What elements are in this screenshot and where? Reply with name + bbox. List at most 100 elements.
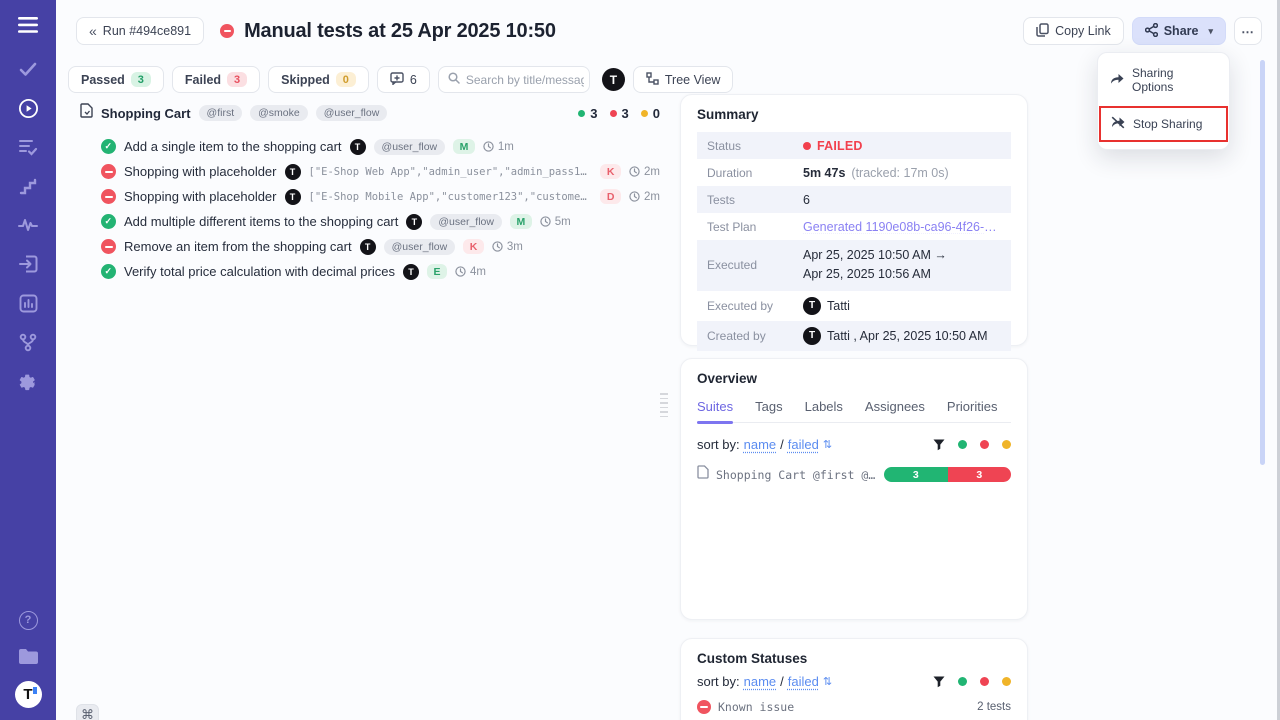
tab-labels[interactable]: Labels [805, 399, 843, 414]
tab-suites[interactable]: Suites [697, 399, 733, 414]
folder-icon[interactable] [17, 645, 39, 667]
tag-pill[interactable]: @user_flow [384, 239, 456, 255]
test-name: Shopping with placeholder [124, 189, 277, 204]
custom-statuses-title: Custom Statuses [697, 651, 1011, 666]
search-input[interactable] [466, 73, 584, 87]
menu-hamburger-icon[interactable] [17, 14, 39, 36]
overview-card: Overview Suites Tags Labels Assignees Pr… [680, 358, 1028, 620]
overview-suite-row[interactable]: Shopping Cart @first @smoke … 3 3 [697, 465, 1011, 484]
test-plan-link[interactable]: Generated 1190e08b-ca96-4f26-b10f-d6dc..… [803, 220, 1001, 234]
topbar-actions: Copy Link Share ▾ ⋯ [1023, 17, 1262, 45]
failed-count-badge: 3 [227, 72, 247, 87]
filter-failed-button[interactable]: Failed 3 [172, 66, 260, 93]
test-row[interactable]: Shopping with placeholder T ["E-Shop Web… [80, 159, 660, 184]
bar-failed-segment: 3 [948, 467, 1012, 482]
settings-gear-icon[interactable] [17, 370, 39, 392]
runs-play-icon[interactable] [17, 97, 39, 119]
summary-row-test-plan: Test Plan Generated 1190e08b-ca96-4f26-b… [697, 213, 1011, 240]
vertical-scrollbar-thumb[interactable] [1260, 60, 1265, 465]
sort-by-failed-link[interactable]: failed [788, 674, 819, 689]
tag-pill[interactable]: @user_flow [430, 214, 502, 230]
menu-item-stop-sharing[interactable]: Stop Sharing [1099, 106, 1228, 142]
tag-pill[interactable]: @user_flow [316, 105, 388, 121]
avatar: T [403, 264, 419, 280]
sort-by-name-link[interactable]: name [744, 674, 777, 689]
help-icon[interactable]: ? [17, 609, 39, 631]
tab-priorities[interactable]: Priorities [947, 399, 998, 414]
legend-failed-dot[interactable] [980, 677, 989, 686]
summary-row-executed: Executed Apr 25, 2025 10:50 AM → Apr 25,… [697, 240, 1011, 291]
legend-passed-dot[interactable] [958, 440, 967, 449]
filter-skipped-button[interactable]: Skipped 0 [268, 66, 369, 93]
topbar: « Run #494ce891 Manual tests at 25 Apr 2… [76, 17, 556, 45]
file-icon [697, 465, 709, 484]
legend-passed-dot[interactable] [958, 677, 967, 686]
overview-suite-name: Shopping Cart @first @smoke … [716, 468, 877, 482]
run-id-label: Run #494ce891 [103, 24, 191, 38]
reports-chart-icon[interactable] [17, 292, 39, 314]
legend-skipped-dot[interactable] [1002, 440, 1011, 449]
status-legend [933, 676, 1011, 688]
filter-bar: Passed 3 Failed 3 Skipped 0 6 T Tree Vie… [68, 66, 733, 93]
suite-file-icon [80, 103, 93, 123]
sharing-options-icon [1110, 73, 1124, 88]
filter-funnel-icon[interactable] [933, 439, 945, 451]
sort-by-failed-link[interactable]: failed [788, 437, 819, 452]
tag-pill[interactable]: @user_flow [374, 139, 446, 155]
summary-title: Summary [697, 107, 1011, 122]
tree-view-button[interactable]: Tree View [633, 66, 734, 93]
avatar: T [360, 239, 376, 255]
import-icon[interactable] [17, 253, 39, 275]
testomat-logo-avatar[interactable]: T [15, 681, 42, 708]
tab-assignees[interactable]: Assignees [865, 399, 925, 414]
panel-resize-handle[interactable] [660, 393, 668, 417]
avatar: T [803, 327, 821, 345]
test-row[interactable]: Shopping with placeholder T ["E-Shop Mob… [80, 184, 660, 209]
tag-pill[interactable]: @first [199, 105, 243, 121]
skipped-dot [641, 110, 648, 117]
suite-row[interactable]: Shopping Cart @first @smoke @user_flow 3… [80, 101, 660, 125]
tab-tags[interactable]: Tags [755, 399, 782, 414]
tests-check-icon[interactable] [17, 58, 39, 80]
analytics-pulse-icon[interactable] [17, 214, 39, 236]
filter-funnel-icon[interactable] [933, 676, 945, 688]
test-plans-icon[interactable] [17, 136, 39, 158]
more-options-button[interactable]: ⋯ [1234, 17, 1262, 45]
search-box[interactable] [438, 66, 590, 93]
pass-fail-bar: 3 3 [884, 467, 1011, 482]
test-parameters: ["E-Shop Web App","admin_user","admin_pa… [309, 166, 593, 178]
back-to-run-button[interactable]: « Run #494ce891 [76, 17, 204, 45]
branches-icon[interactable] [17, 331, 39, 353]
avatar: T [803, 297, 821, 315]
sort-direction-icon[interactable]: ⇅ [823, 438, 832, 451]
test-row[interactable]: Verify total price calculation with deci… [80, 259, 660, 284]
custom-status-row[interactable]: Known issue 2 tests [697, 700, 1011, 714]
milestones-steps-icon[interactable] [17, 175, 39, 197]
duration: 2m [629, 191, 660, 203]
summary-card: Summary Status FAILED Duration 5m 47s(tr… [680, 94, 1028, 346]
test-name: Add multiple different items to the shop… [124, 214, 398, 229]
filter-passed-button[interactable]: Passed 3 [68, 66, 164, 93]
assignee-avatar[interactable]: T [602, 68, 625, 91]
status-badge: FAILED [803, 139, 863, 153]
copy-link-button[interactable]: Copy Link [1023, 17, 1124, 45]
sort-by-name-link[interactable]: name [744, 437, 777, 452]
share-button[interactable]: Share ▾ [1132, 17, 1226, 45]
legend-failed-dot[interactable] [980, 440, 989, 449]
test-row[interactable]: Remove an item from the shopping cart T … [80, 234, 660, 259]
search-icon [448, 71, 460, 89]
tag-pill[interactable]: @smoke [250, 105, 308, 121]
avatar: T [285, 189, 301, 205]
test-name: Remove an item from the shopping cart [124, 239, 352, 254]
custom-status-count: 2 tests [977, 701, 1011, 713]
sort-direction-icon[interactable]: ⇅ [823, 675, 832, 688]
menu-item-sharing-options[interactable]: Sharing Options [1098, 57, 1229, 103]
test-row[interactable]: Add a single item to the shopping cart T… [80, 134, 660, 159]
comments-filter-button[interactable]: 6 [377, 66, 430, 93]
test-row[interactable]: Add multiple different items to the shop… [80, 209, 660, 234]
custom-statuses-card: Custom Statuses sort by: name / failed ⇅… [680, 638, 1028, 720]
legend-skipped-dot[interactable] [1002, 677, 1011, 686]
sidebar-bottom: ? T [15, 609, 42, 708]
chevron-down-icon[interactable]: ▾ [1208, 26, 1213, 37]
command-key-shortcut-chip[interactable]: ⌘ [76, 704, 99, 720]
